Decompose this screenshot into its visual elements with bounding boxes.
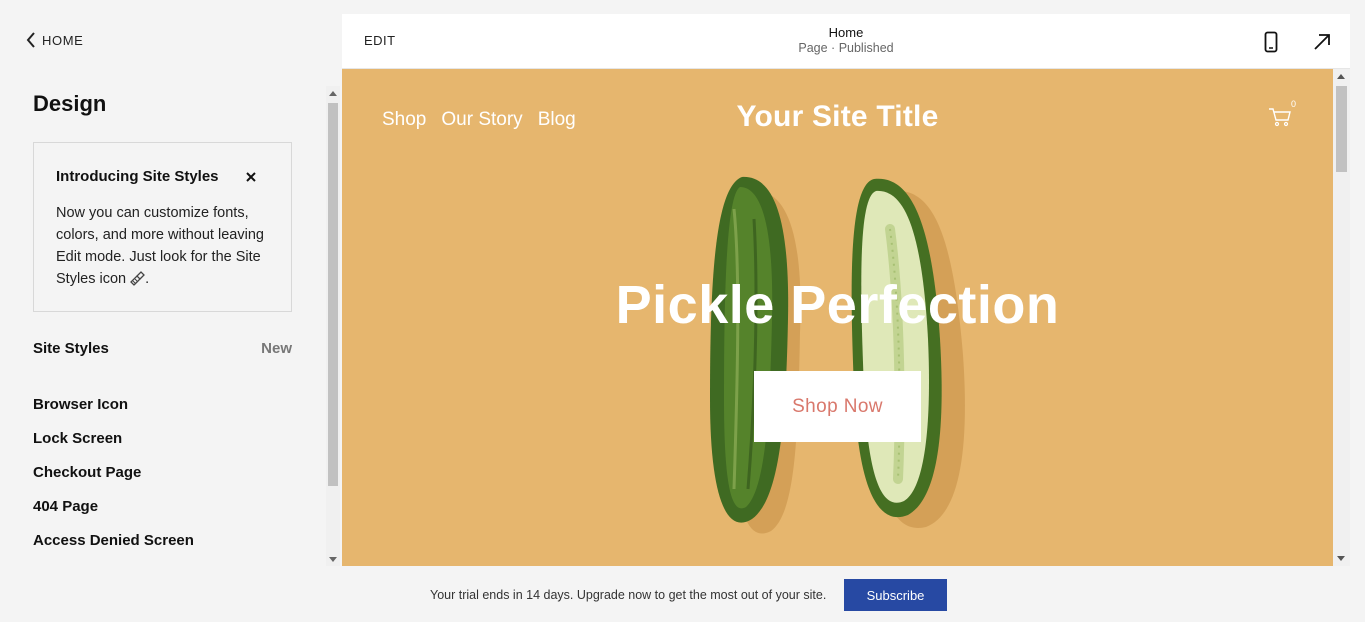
preview-toolbar: EDIT Home Page · Published xyxy=(342,14,1350,69)
new-badge: New xyxy=(261,340,292,357)
site-title[interactable]: Your Site Title xyxy=(342,100,1333,134)
menu-item-checkout-page[interactable]: Checkout Page xyxy=(33,464,194,498)
panel-title: Design xyxy=(33,91,107,116)
menu-item-browser-icon[interactable]: Browser Icon xyxy=(33,396,194,430)
scroll-up-arrow[interactable] xyxy=(1337,74,1345,79)
page-info: Home Page · Published xyxy=(342,25,1350,57)
intro-body: Now you can customize fonts, colors, and… xyxy=(56,202,276,290)
shop-now-button[interactable]: Shop Now xyxy=(754,371,921,442)
menu-item-lock-screen[interactable]: Lock Screen xyxy=(33,430,194,464)
mobile-view-icon[interactable] xyxy=(1264,31,1278,53)
subscribe-button[interactable]: Subscribe xyxy=(844,579,947,611)
intro-body-end: . xyxy=(145,271,150,287)
site-styles-intro-card: Introducing Site Styles Now you can cust… xyxy=(33,142,292,312)
page-name: Home xyxy=(828,25,864,40)
scrollbar-thumb[interactable] xyxy=(328,103,338,486)
close-icon[interactable] xyxy=(243,169,259,185)
site-preview: EDIT Home Page · Published Shop Our Stor… xyxy=(342,14,1350,566)
chevron-left-icon xyxy=(26,32,35,48)
preview-scrollbar[interactable] xyxy=(1333,69,1350,566)
back-home-label: HOME xyxy=(42,32,84,48)
paintbrush-icon xyxy=(130,271,146,286)
back-home-link[interactable]: HOME xyxy=(26,32,83,48)
hero-section: Shop Our Story Blog Your Site Title 0 Pi… xyxy=(342,69,1333,566)
scrollbar-thumb[interactable] xyxy=(1336,86,1347,172)
design-menu: Browser Icon Lock Screen Checkout Page 4… xyxy=(33,396,194,566)
app-root: HOME Design Introducing Site Styles Now … xyxy=(0,0,1365,622)
site-styles-label: Site Styles xyxy=(33,340,109,357)
scroll-down-arrow[interactable] xyxy=(1337,556,1345,561)
trial-message: Your trial ends in 14 days. Upgrade now … xyxy=(430,588,827,602)
intro-body-text: Now you can customize fonts, colors, and… xyxy=(56,205,264,287)
intro-title: Introducing Site Styles xyxy=(56,168,219,185)
open-external-icon[interactable] xyxy=(1313,33,1331,51)
scroll-down-arrow[interactable] xyxy=(329,557,337,562)
scroll-up-arrow[interactable] xyxy=(329,91,337,96)
menu-item-access-denied[interactable]: Access Denied Screen xyxy=(33,532,194,566)
cart-count: 0 xyxy=(1291,99,1297,109)
hero-headline: Pickle Perfection xyxy=(615,275,1060,335)
menu-item-404-page[interactable]: 404 Page xyxy=(33,498,194,532)
page-status: Page · Published xyxy=(798,41,894,55)
design-sidebar: HOME Design Introducing Site Styles Now … xyxy=(0,0,326,566)
sidebar-scrollbar[interactable] xyxy=(326,86,340,566)
cart-icon[interactable] xyxy=(1268,107,1292,127)
site-styles-item[interactable]: Site Styles New xyxy=(33,340,292,362)
